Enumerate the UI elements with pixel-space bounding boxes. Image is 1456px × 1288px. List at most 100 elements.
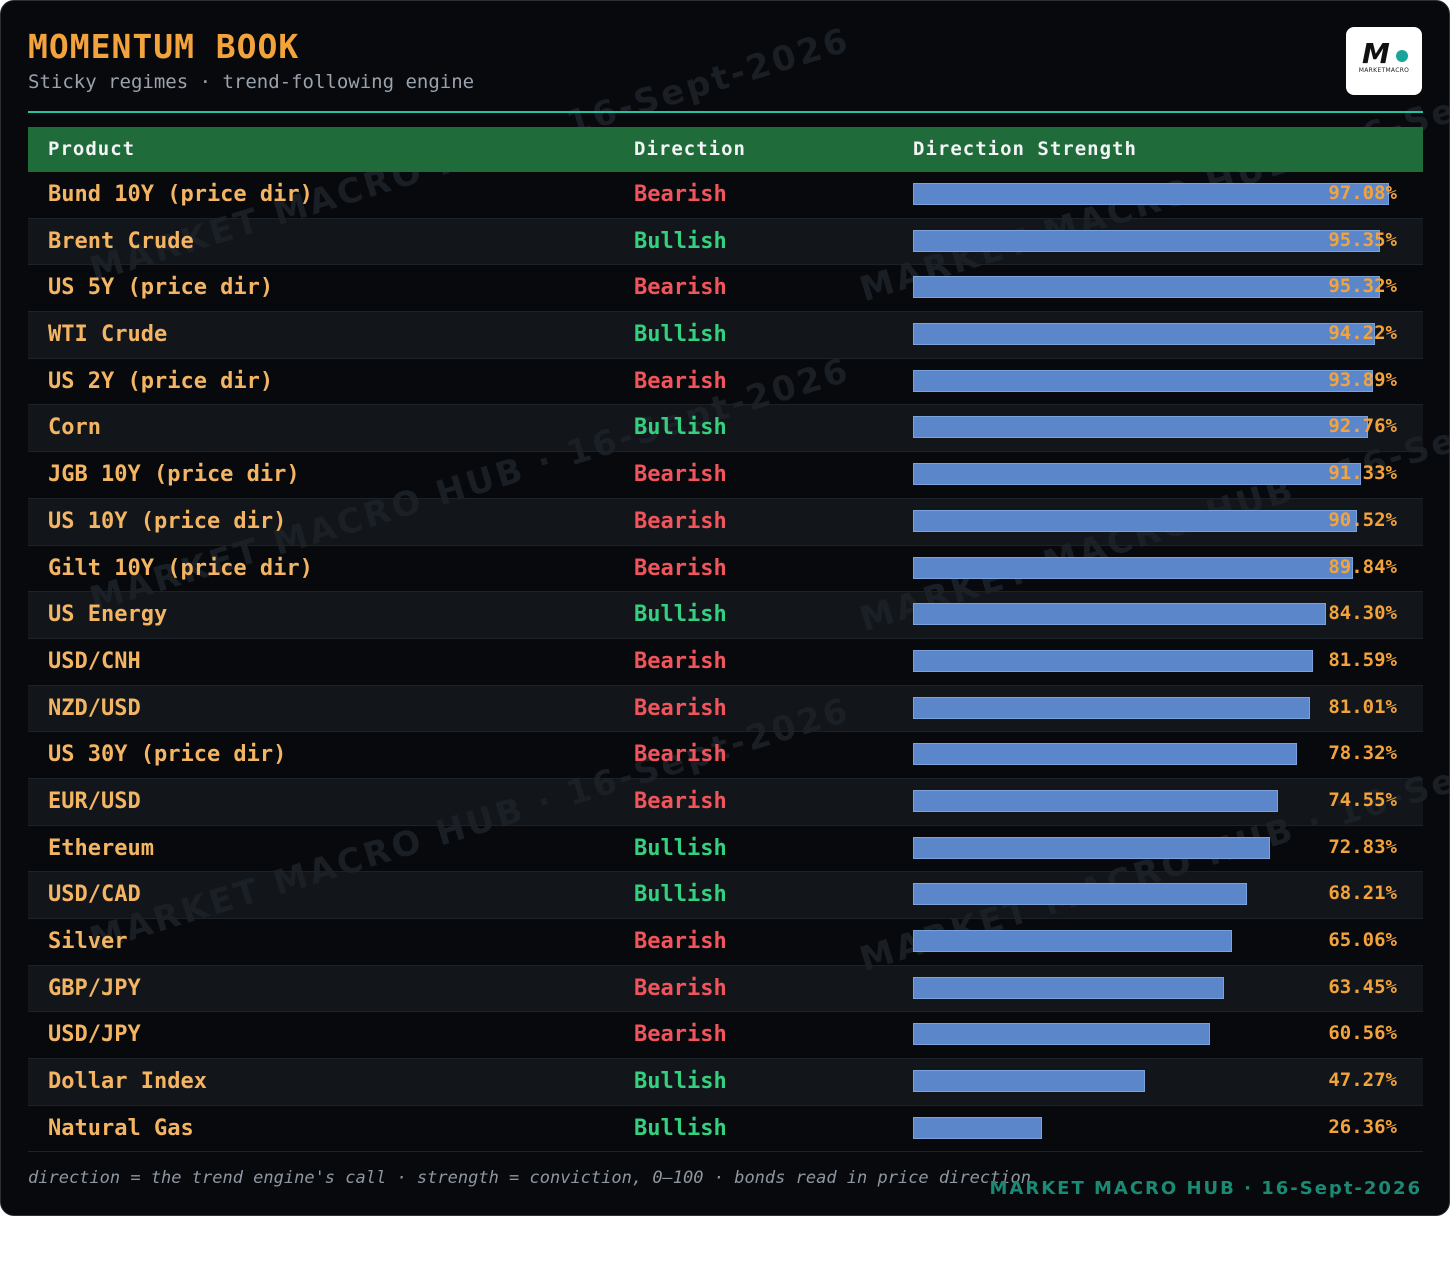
strength-bar (913, 883, 1248, 906)
direction-cell: Bearish (634, 275, 727, 301)
product-cell: NZD/USD (48, 695, 141, 721)
strength-value-label: 97.08% (1328, 182, 1397, 204)
strength-value-label: 94.22% (1328, 322, 1397, 345)
product-cell: EUR/USD (48, 788, 141, 814)
page-title: MOMENTUM BOOK (28, 27, 300, 66)
table-header: Product Direction Direction Strength (28, 127, 1423, 172)
strength-bar (913, 276, 1381, 299)
direction-cell: Bullish (634, 602, 727, 628)
product-cell: Bund 10Y (price dir) (48, 182, 313, 207)
strength-bar (913, 509, 1357, 532)
direction-cell: Bearish (634, 508, 727, 534)
direction-cell: Bearish (634, 975, 727, 1001)
direction-cell: Bullish (634, 415, 727, 441)
strength-value-label: 90.52% (1328, 508, 1397, 531)
strength-value-label: 81.01% (1328, 695, 1397, 718)
strength-value-label: 26.36% (1328, 1115, 1397, 1138)
logo-text: MARKETMACRO (1358, 67, 1410, 74)
strength-value-label: 68.21% (1328, 882, 1397, 905)
table-row: USD/CNH Bearish 81.59% (28, 639, 1423, 686)
strength-bar (913, 1023, 1210, 1046)
strength-value-label: 65.06% (1328, 929, 1397, 951)
table-row: Silver Bearish 65.06% (28, 919, 1423, 966)
header-divider (28, 111, 1423, 113)
strength-bar (913, 930, 1232, 952)
column-header-direction: Direction (634, 138, 746, 160)
table-row: Bund 10Y (price dir) Bearish 97.08% (28, 172, 1423, 219)
strength-bar (913, 556, 1354, 579)
product-cell: Ethereum (48, 835, 154, 861)
product-cell: Silver (48, 929, 128, 954)
direction-cell: Bearish (634, 555, 727, 581)
brand-logo: M MARKETMACRO (1346, 27, 1422, 95)
table-row: USD/JPY Bearish 60.56% (28, 1012, 1423, 1060)
momentum-book-card: MARKET MACRO HUB · 16-Sept-2026 MARKET M… (0, 0, 1450, 1216)
direction-cell: Bullish (634, 835, 727, 861)
logo-mark: M (1362, 37, 1390, 70)
table-row: NZD/USD Bearish 81.01% (28, 685, 1423, 733)
direction-cell: Bearish (634, 695, 727, 721)
product-cell: US 30Y (price dir) (48, 742, 287, 768)
direction-cell: Bearish (634, 368, 727, 394)
table-body: Bund 10Y (price dir) Bearish 97.08% Brent C… (28, 172, 1423, 1153)
product-cell: USD/CAD (48, 882, 141, 908)
direction-cell: Bullish (634, 1069, 727, 1095)
strength-bar (913, 789, 1279, 812)
table-row: US 10Y (price dir) Bearish 90.52% (28, 498, 1423, 546)
strength-bar (913, 369, 1374, 392)
momentum-table: Product Direction Direction Strength Bun… (28, 127, 1423, 1153)
product-cell: Corn (48, 415, 101, 441)
product-cell: US Energy (48, 602, 168, 628)
table-row: Ethereum Bullish 72.83% (28, 826, 1423, 873)
footnote: direction = the trend engine's call · st… (28, 1168, 1032, 1188)
direction-cell: Bearish (634, 742, 727, 768)
direction-cell: Bullish (634, 322, 727, 348)
product-cell: WTI Crude (48, 322, 168, 348)
logo-dot-icon (1396, 50, 1408, 62)
product-cell: GBP/JPY (48, 975, 141, 1001)
direction-cell: Bearish (634, 648, 727, 674)
page-subtitle: Sticky regimes · trend-following engine (28, 71, 475, 93)
strength-value-label: 92.76% (1328, 415, 1397, 438)
direction-cell: Bearish (634, 462, 727, 488)
table-row: USD/CAD Bullish 68.21% (28, 872, 1423, 919)
product-cell: Gilt 10Y (price dir) (48, 555, 313, 581)
product-cell: US 5Y (price dir) (48, 275, 274, 301)
strength-value-label: 72.83% (1328, 835, 1397, 858)
direction-cell: Bearish (634, 182, 727, 207)
direction-cell: Bearish (634, 788, 727, 814)
strength-value-label: 84.30% (1328, 602, 1397, 625)
column-header-strength: Direction Strength (913, 138, 1137, 160)
direction-cell: Bearish (634, 929, 727, 954)
product-cell: Natural Gas (48, 1115, 194, 1141)
table-row: Corn Bullish 92.76% (28, 405, 1423, 453)
table-row: US 2Y (price dir) Bearish 93.89% (28, 359, 1423, 406)
product-cell: Dollar Index (48, 1069, 207, 1095)
strength-value-label: 91.33% (1328, 462, 1397, 485)
direction-cell: Bullish (634, 882, 727, 908)
strength-value-label: 63.45% (1328, 975, 1397, 998)
strength-bar (913, 603, 1327, 626)
product-cell: JGB 10Y (price dir) (48, 462, 300, 488)
strength-bar (913, 183, 1389, 205)
strength-value-label: 89.84% (1328, 555, 1397, 578)
table-row: Gilt 10Y (price dir) Bearish 89.84% (28, 546, 1423, 593)
direction-cell: Bullish (634, 228, 727, 254)
strength-value-label: 93.89% (1328, 368, 1397, 391)
strength-value-label: 95.32% (1328, 275, 1397, 298)
column-header-product: Product (48, 138, 136, 160)
strength-value-label: 95.35% (1328, 228, 1397, 251)
strength-bar (913, 416, 1368, 439)
product-cell: Brent Crude (48, 228, 194, 254)
direction-cell: Bearish (634, 1022, 727, 1048)
table-row: US Energy Bullish 84.30% (28, 592, 1423, 639)
strength-bar (913, 1070, 1145, 1093)
product-cell: USD/CNH (48, 648, 141, 674)
strength-value-label: 60.56% (1328, 1022, 1397, 1045)
strength-value-label: 81.59% (1328, 648, 1397, 671)
strength-bar (913, 1116, 1043, 1139)
product-cell: USD/JPY (48, 1022, 141, 1048)
product-cell: US 2Y (price dir) (48, 368, 274, 394)
strength-bar (913, 743, 1297, 766)
strength-bar (913, 649, 1313, 672)
